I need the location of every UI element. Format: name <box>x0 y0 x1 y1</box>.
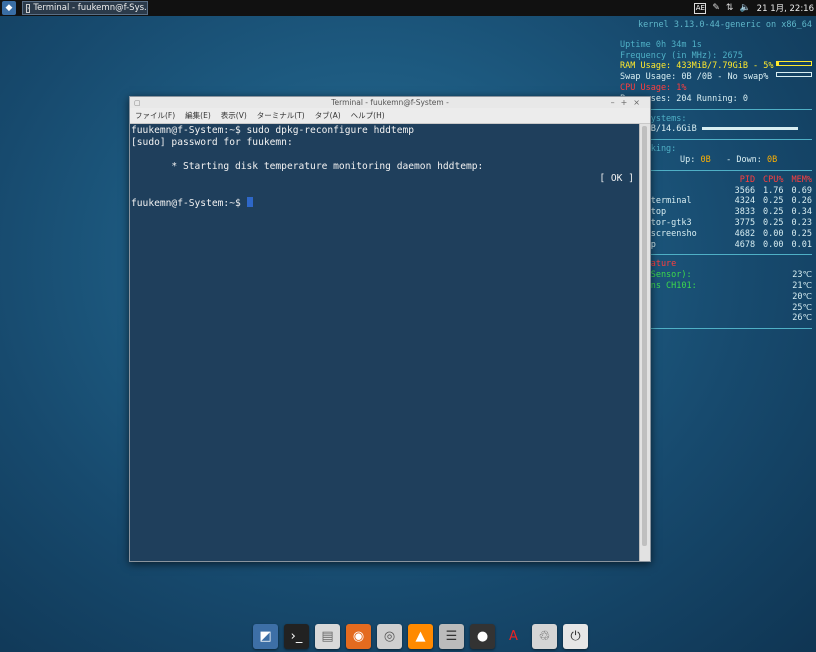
menu-edit[interactable]: 編集(E) <box>185 110 211 121</box>
proc-mem: 0.26 <box>791 196 812 207</box>
volume-icon[interactable]: 🔈 <box>739 3 750 13</box>
proc-cpu: 1.76 <box>763 185 784 196</box>
prompt: fuukemn@f-System:~$ <box>131 198 247 209</box>
swap-bar <box>776 72 812 78</box>
uptime: Uptime 0h 34m 1s <box>620 39 702 50</box>
text-icon[interactable]: A <box>501 624 526 649</box>
top-panel: ◆ › Terminal - fuukemn@f-Sys... AE ✎ ⇅ 🔈… <box>0 0 816 16</box>
maximize-icon[interactable]: + <box>621 98 634 107</box>
menu-view[interactable]: 表示(V) <box>221 110 247 121</box>
sensor-value: 25℃ <box>792 302 812 313</box>
menu-tabs[interactable]: タブ(A) <box>315 110 341 121</box>
proc-pid: 4678 <box>734 239 756 250</box>
mixer-icon[interactable]: ☰ <box>439 623 464 649</box>
menu-file[interactable]: ファイル(F) <box>135 110 175 121</box>
proc-pid: 3566 <box>734 185 756 196</box>
taskbar-terminal-button[interactable]: › Terminal - fuukemn@f-Sys... <box>22 1 148 15</box>
col-mem: MEM% <box>791 174 812 185</box>
cpu-frequency: Frequency (in MHz): 2675 <box>620 50 743 61</box>
files-icon[interactable]: ▤ <box>315 623 340 649</box>
pen-icon[interactable]: ✎ <box>712 3 720 13</box>
proc-cpu: 0.25 <box>763 207 784 218</box>
down-value: 0B <box>767 154 778 165</box>
ram-bar <box>776 61 812 67</box>
proc-pid: 3775 <box>734 217 756 228</box>
menu-terminal[interactable]: ターミナル(T) <box>257 110 305 121</box>
up-label: Up: <box>680 154 696 165</box>
sensor-value: 20℃ <box>792 291 812 302</box>
logout-icon[interactable]: ⏻ <box>563 623 588 649</box>
applications-menu-icon[interactable]: ◆ <box>2 1 16 15</box>
proc-mem: 0.34 <box>791 207 812 218</box>
terminal-line: fuukemn@f-System:~$ sudo dpkg-reconfigur… <box>131 125 415 136</box>
trash-icon[interactable]: ♲ <box>532 623 557 649</box>
terminal-icon: › <box>26 3 31 13</box>
sensor-value: 23℃ <box>792 270 812 281</box>
proc-mem: 0.69 <box>791 185 812 196</box>
terminal-icon[interactable]: ›_ <box>284 623 309 649</box>
ok-status: [ OK ] <box>599 173 634 184</box>
proc-mem: 0.25 <box>791 228 812 239</box>
col-cpu: CPU% <box>763 174 784 185</box>
terminal-screen[interactable]: fuukemn@f-System:~$ sudo dpkg-reconfigur… <box>130 124 640 561</box>
sensor-value: 26℃ <box>792 313 812 324</box>
proc-pid: 3833 <box>734 207 756 218</box>
down-label: - Down: <box>726 154 762 165</box>
kernel-info: kernel 3.13.0-44-generic on x86_64 <box>638 20 812 30</box>
sensor-value: 21℃ <box>792 280 812 291</box>
clock[interactable]: 21 1月, 22:16 <box>757 2 814 14</box>
dock: ◩ ›_ ▤ ◉ ◎ ▲ ☰ ● A ♲ ⏻ <box>253 621 588 651</box>
network-icon[interactable]: ⇅ <box>726 3 734 13</box>
terminal-menubar: ファイル(F) 編集(E) 表示(V) ターミナル(T) タブ(A) ヘルプ(H… <box>130 108 650 124</box>
scrollbar-thumb[interactable] <box>642 126 647 546</box>
proc-cpu: 0.00 <box>763 239 784 250</box>
col-pid: PID <box>739 174 756 185</box>
terminal-window[interactable]: ▢ Terminal - fuukemn@f-System - –+× ファイル… <box>129 96 651 562</box>
window-titlebar[interactable]: ▢ Terminal - fuukemn@f-System - –+× <box>130 97 650 108</box>
menu-help[interactable]: ヘルプ(H) <box>351 110 385 121</box>
proc-cpu: 0.25 <box>763 217 784 228</box>
minimize-icon[interactable]: – <box>611 98 621 107</box>
proc-mem: 0.23 <box>791 217 812 228</box>
swap-usage: Swap Usage: 0B /0B - No swap% <box>620 72 769 83</box>
disc-icon[interactable]: ● <box>470 623 495 649</box>
taskbar-label: Terminal - fuukemn@f-Sys... <box>33 3 148 13</box>
file-manager-icon[interactable]: ◩ <box>253 623 278 649</box>
proc-cpu: 0.25 <box>763 196 784 207</box>
ram-usage: RAM Usage: 433MiB/7.79GiB - 5% <box>620 61 774 72</box>
vlc-icon[interactable]: ▲ <box>408 623 433 649</box>
scrollbar[interactable] <box>639 124 650 561</box>
close-icon[interactable]: × <box>633 98 646 107</box>
window-title: Terminal - fuukemn@f-System - <box>331 98 449 107</box>
cursor <box>246 197 253 207</box>
window-controls: –+× <box>611 97 646 108</box>
proc-cpu: 0.00 <box>763 228 784 239</box>
proc-pid: 4324 <box>734 196 756 207</box>
up-value: 0B <box>700 154 711 165</box>
screenshot-icon[interactable]: ◎ <box>377 623 402 649</box>
fs-bar <box>701 127 798 131</box>
terminal-line: [sudo] password for fuukemn: <box>131 137 293 148</box>
ime-indicator[interactable]: AE <box>694 2 707 14</box>
cpu-usage: CPU Usage: 1% <box>620 82 687 93</box>
firefox-icon[interactable]: ◉ <box>346 623 371 649</box>
window-icon[interactable]: ▢ <box>134 98 141 109</box>
proc-pid: 4682 <box>734 228 756 239</box>
system-tray: AE ✎ ⇅ 🔈 21 1月, 22:16 <box>694 0 816 16</box>
terminal-line: * Starting disk temperature monitoring d… <box>165 161 484 172</box>
proc-mem: 0.01 <box>791 239 812 250</box>
